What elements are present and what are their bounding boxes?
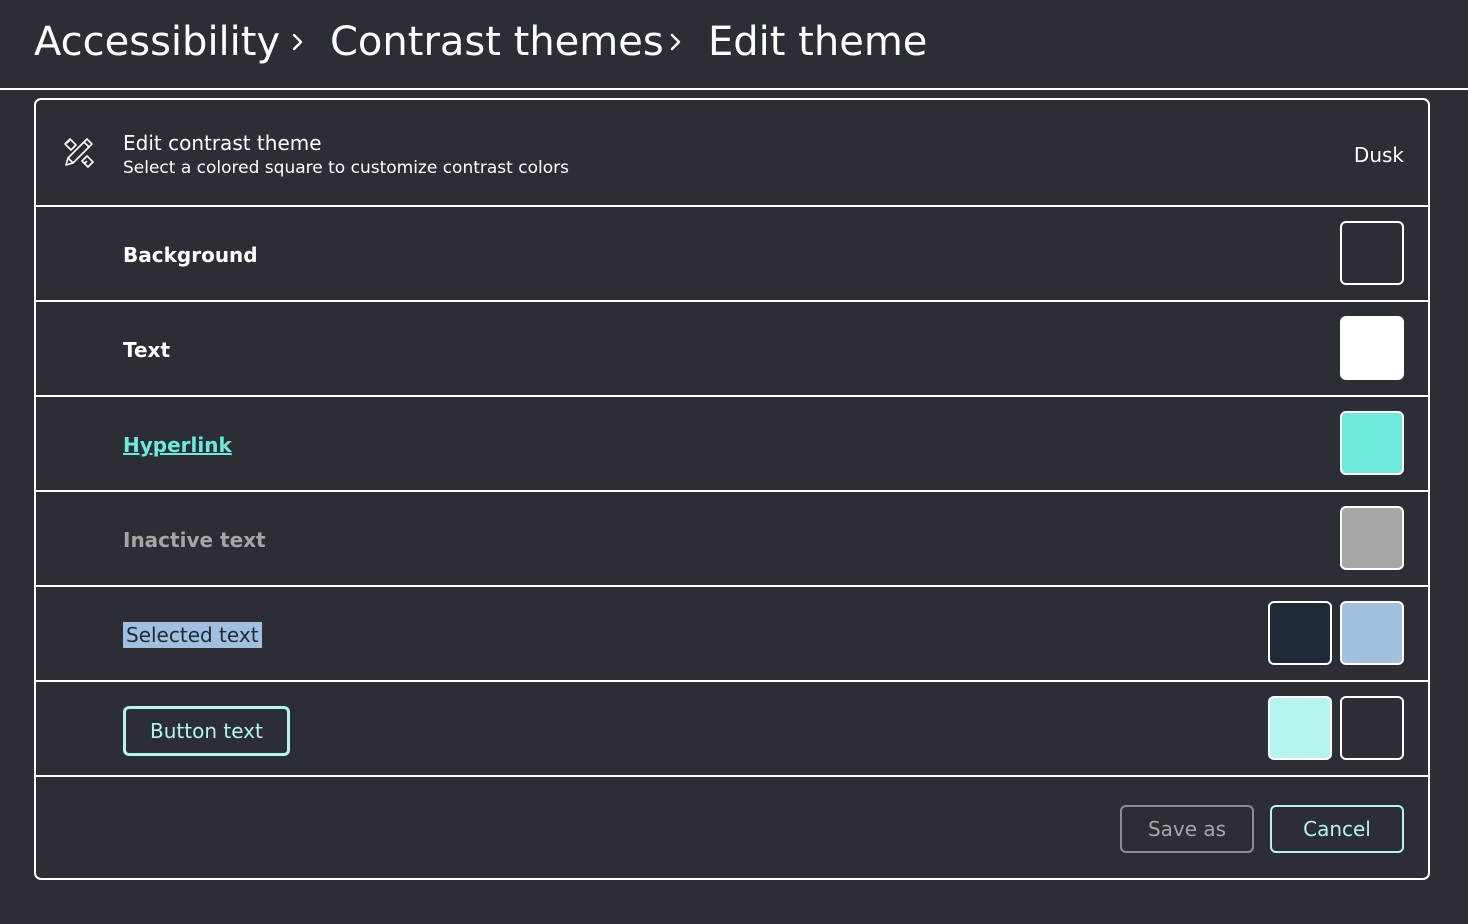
theme-header-title: Edit contrast theme [123, 131, 322, 155]
background-label: Background [123, 243, 258, 267]
theme-header-row: Edit contrast theme Select a colored squ… [36, 100, 1428, 207]
page-header: Accessibility Contrast themes Edit theme [0, 0, 1468, 90]
actions-row: Save as Cancel [36, 777, 1428, 878]
button-text-row: Button text [36, 682, 1428, 777]
selected-text-label: Selected text [123, 622, 262, 648]
hyperlink-label: Hyperlink [123, 433, 232, 457]
selected-text-foreground-swatch[interactable] [1268, 601, 1332, 665]
hyperlink-color-swatch[interactable] [1340, 411, 1404, 475]
edit-theme-panel: Edit contrast theme Select a colored squ… [34, 98, 1430, 880]
text-label: Text [123, 338, 171, 362]
button-text-preview: Button text [123, 706, 290, 756]
background-color-swatch[interactable] [1340, 221, 1404, 285]
inactive-text-label: Inactive text [123, 528, 266, 552]
save-as-button[interactable]: Save as [1120, 805, 1254, 853]
theme-name: Dusk [1353, 143, 1404, 167]
text-color-swatch[interactable] [1340, 316, 1404, 380]
selected-text-background-swatch[interactable] [1340, 601, 1404, 665]
button-text-background-swatch[interactable] [1340, 696, 1404, 760]
chevron-right-icon [292, 33, 303, 51]
text-row: Text [36, 302, 1428, 397]
inactive-text-color-swatch[interactable] [1340, 506, 1404, 570]
theme-header-subtitle: Select a colored square to customize con… [123, 158, 569, 178]
button-text-foreground-swatch[interactable] [1268, 696, 1332, 760]
chevron-right-icon [670, 33, 681, 51]
hyperlink-row: Hyperlink [36, 397, 1428, 492]
cancel-button[interactable]: Cancel [1270, 805, 1404, 853]
pencil-ruler-icon [64, 138, 94, 168]
page-title: Edit theme [708, 19, 928, 65]
breadcrumb-contrast-themes[interactable]: Contrast themes [330, 16, 664, 68]
breadcrumb-accessibility[interactable]: Accessibility [34, 16, 280, 68]
background-row: Background [36, 207, 1428, 302]
inactive-text-row: Inactive text [36, 492, 1428, 587]
selected-text-row: Selected text [36, 587, 1428, 682]
